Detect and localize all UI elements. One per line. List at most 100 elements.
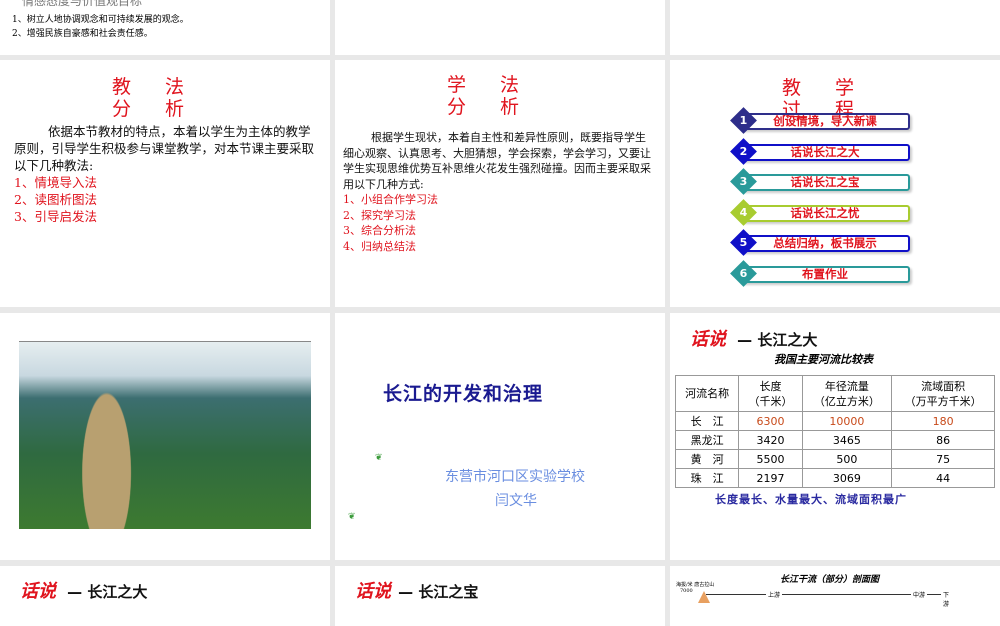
table-title: 我国主要河流比较表 [774, 353, 873, 366]
step-label: 话说长江之宝 [790, 175, 860, 189]
step-number-badge: 2 [730, 137, 757, 165]
slide-title: 学 法 分 析 [447, 74, 534, 118]
slide-title-page[interactable]: 长江的开发和治理 ❦ ❦ 东营市河口区实验学校 闫文华 [335, 313, 665, 560]
presentation-title: 长江的开发和治理 [383, 383, 544, 405]
slide-teaching-methods[interactable]: 教 法 分 析 依据本节教材的特点，本着以学生为主体的教学原则，引导学生积极参与… [0, 60, 330, 307]
table-cell: 黑龙江 [674, 430, 740, 450]
slide-body: 根据学生现状，本着自主性和差异性原则，既要指导学生细心观察、认真思考、大胆猜想，… [343, 130, 655, 254]
segment-bar: 上游 中游 下游 [706, 590, 956, 608]
slide-list: 1、树立人地协调观念和可持续发展的观念。 2、增强民族自豪感和社会责任感。 [12, 13, 189, 41]
slide-title: 教 法 分 析 [112, 76, 199, 120]
table-cell: 500 [801, 449, 893, 469]
list-item: 3、综合分析法 [343, 224, 416, 237]
list-item: 2、读图析图法 [14, 192, 97, 207]
process-step: 5 总结归纳，板书展示 [730, 229, 910, 256]
list-item: 4、归纳总结法 [343, 239, 416, 253]
list-item: 1、树立人地协调观念和可持续发展的观念。 [12, 15, 189, 25]
step-label: 话说长江之忧 [790, 205, 860, 220]
step-label: 话说长江之大 [790, 144, 860, 159]
step-number-badge: 6 [730, 259, 757, 287]
slide-yangtze-treasure[interactable]: 话说 — 长江之宝 [335, 566, 665, 626]
process-step: 4 话说长江之忧 [730, 198, 910, 226]
school-name: 东营市河口区实验学校 [445, 469, 585, 485]
table-cell: 10000 [801, 411, 893, 431]
axis-tick: 7000 [680, 588, 693, 594]
step-number: 3 [739, 175, 748, 188]
slide-body: 依据本节教材的特点，本着以学生为主体的教学原则，引导学生积极参与课堂教学，对本节… [14, 123, 314, 225]
slide-teaching-process[interactable]: 教 学 过 程 1 创设情境，导入新课 2 话说长江之大 3 话说长江之宝 4 话说长江之忧 5… [670, 60, 1000, 307]
slide-2b[interactable] [670, 0, 1000, 55]
table-row: 长 江 6300 10000 180 [674, 411, 995, 431]
column-header: 长度 （千米） [738, 375, 803, 412]
table-cell: 3465 [801, 430, 893, 450]
leaf-icon: ❦ [348, 512, 356, 522]
table-row: 黄 河 5500 500 75 [674, 449, 995, 469]
header-label: 年径流量 [824, 379, 869, 393]
slide-heading: — 长江之大 [737, 331, 818, 349]
table-row: 珠 江 2197 3069 44 [674, 468, 995, 488]
step-label: 创设情境，导入新课 [773, 114, 877, 128]
step-label: 布置作业 [802, 266, 848, 281]
intro-text: 根据学生现状，本着自主性和差异性原则，既要指导学生细心观察、认真思考、大胆猜想，… [343, 131, 651, 191]
table-cell: 75 [891, 449, 995, 469]
table-summary: 长度最长、水量最大、流域面积最广 [715, 493, 907, 506]
slide-profile-chart[interactable]: 长江干流（部分）剖面图 海拔/米 唐古拉山 7000 上游 中游 下游 [670, 566, 1000, 626]
step-number: 5 [739, 236, 748, 249]
table-cell: 黄 河 [674, 449, 740, 469]
huashuo-badge: 话说 [20, 581, 56, 602]
slide-yangtze-big[interactable]: 话说 — 长江之大 [0, 566, 330, 626]
leaf-icon: ❦ [375, 453, 383, 463]
list-item: 2、增强民族自豪感和社会责任感。 [12, 29, 153, 39]
header-label: 长度 [759, 379, 782, 393]
chart-title: 长江干流（部分）剖面图 [780, 575, 880, 585]
list-item: 2、探究学习法 [343, 208, 416, 222]
author-name: 闫文华 [495, 493, 537, 509]
column-header: 河流名称 [674, 375, 740, 412]
step-number: 4 [739, 205, 748, 219]
river-comparison-table: 河流名称 长度 （千米） 年径流量 （亿立方米） 流域面积 （万平方千米）长 江 6300 10… [674, 375, 995, 488]
yangtze-gorge-photo [19, 341, 311, 529]
segment-middle: 中游 [911, 590, 928, 599]
slide-heading: 情感态度与价值观目标 [22, 0, 143, 8]
table-header-row: 河流名称 长度 （千米） 年径流量 （亿立方米） 流域面积 （万平方千米） [674, 375, 995, 412]
step-number-badge: 1 [730, 107, 757, 134]
list-item: 1、情境导入法 [14, 175, 97, 190]
intro-text: 依据本节教材的特点，本着以学生为主体的教学原则，引导学生积极参与课堂教学，对本节… [14, 124, 315, 173]
step-number: 6 [739, 266, 748, 280]
huashuo-badge: 话说 [690, 329, 726, 350]
slide-river-table[interactable]: 话说 — 长江之大 我国主要河流比较表 河流名称 长度 （千米） 年径流量 （亿立方米）… [670, 313, 1000, 560]
process-step: 2 话说长江之大 [730, 137, 910, 165]
table-cell: 3069 [801, 468, 893, 488]
table-cell: 珠 江 [674, 468, 740, 488]
slide-heading: — 长江之大 [67, 583, 148, 601]
slide-photo[interactable] [0, 313, 330, 560]
slide-learning-methods[interactable]: 学 法 分 析 根据学生现状，本着自主性和差异性原则，既要指导学生细心观察、认真… [335, 60, 665, 307]
table-cell: 6300 [738, 411, 803, 431]
profile-peak [698, 591, 710, 603]
slide-heading: — 长江之宝 [398, 583, 479, 601]
list-item: 3、引导启发法 [14, 209, 97, 224]
segment-upper: 上游 [766, 590, 783, 599]
slide-header: 话说 — 长江之大 [690, 325, 817, 351]
table-cell: 2197 [738, 468, 803, 488]
slide-1[interactable]: 情感态度与价值观目标 1、树立人地协调观念和可持续发展的观念。 2、增强民族自豪… [0, 0, 330, 55]
slide-2[interactable] [335, 0, 665, 55]
segment-lower: 下游 [941, 590, 956, 608]
header-label: 流域面积 [921, 379, 966, 393]
step-label: 总结归纳，板书展示 [773, 236, 877, 250]
header-unit: （亿立方米） [813, 394, 880, 408]
step-number: 1 [739, 114, 748, 127]
table-cell: 长 江 [674, 411, 740, 431]
step-number-badge: 3 [730, 168, 757, 195]
process-step: 6 布置作业 [730, 259, 910, 287]
header-unit: （万平方千米） [904, 394, 982, 408]
table-cell: 86 [891, 430, 995, 450]
process-step: 1 创设情境，导入新课 [730, 107, 910, 134]
table-cell: 5500 [738, 449, 803, 469]
process-step: 3 话说长江之宝 [730, 168, 910, 195]
huashuo-badge: 话说 [355, 581, 391, 602]
list-item: 1、小组合作学习法 [343, 193, 438, 206]
column-header: 年径流量 （亿立方米） [801, 375, 893, 412]
table-cell: 3420 [738, 430, 803, 450]
table-row: 黑龙江 3420 3465 86 [674, 430, 995, 450]
